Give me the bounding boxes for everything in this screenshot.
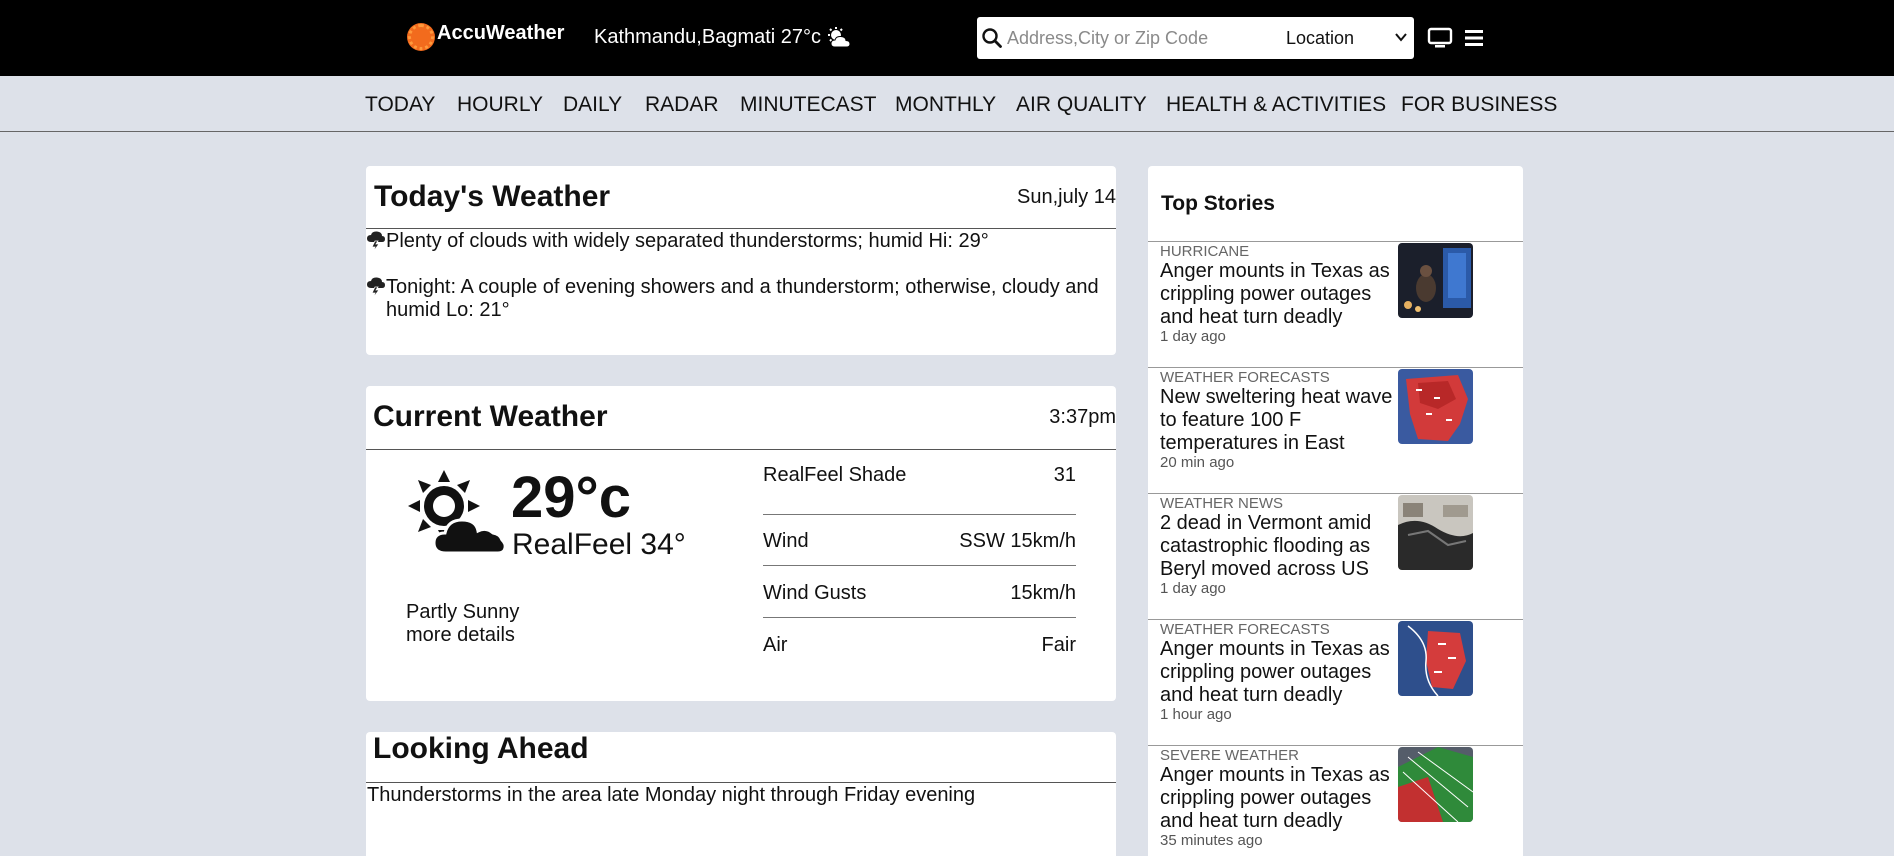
stat-label: Wind [763, 530, 809, 552]
stat-label: Wind Gusts [763, 582, 867, 604]
realfeel-temperature: RealFeel 34° [512, 528, 686, 561]
divider [763, 565, 1076, 566]
night-forecast-text: Tonight: A couple of evening showers and… [386, 276, 1099, 321]
sun-logo-icon [408, 24, 434, 50]
location-select[interactable]: Location [1286, 17, 1414, 59]
day-forecast: Plenty of clouds with widely separated t… [366, 230, 1106, 253]
nav-daily[interactable]: DAILY [563, 93, 622, 117]
stat-label: RealFeel Shade [763, 464, 907, 486]
story-category: WEATHER FORECASTS [1160, 621, 1330, 638]
partly-sunny-large-icon [408, 470, 507, 555]
nav-health-activities[interactable]: HEALTH & ACTIVITIES [1166, 93, 1386, 117]
story-time: 1 hour ago [1160, 706, 1232, 723]
current-location[interactable]: Kathmandu,Bagmati 27°c [594, 26, 853, 49]
stat-value: SSW 15km/h [959, 530, 1076, 552]
story-item[interactable]: WEATHER NEWS 2 dead in Vermont amid cata… [1148, 493, 1523, 620]
current-time: 3:37pm [1049, 406, 1116, 428]
looking-ahead-card: Looking Ahead Thunderstorms in the area … [366, 732, 1116, 856]
top-stories-title: Top Stories [1161, 192, 1275, 215]
thunderstorm-icon [367, 231, 385, 252]
story-category: WEATHER NEWS [1160, 495, 1284, 512]
todays-weather-title: Today's Weather [374, 180, 611, 213]
story-time: 1 day ago [1160, 580, 1226, 597]
story-title: Anger mounts in Texas as crippling power… [1160, 260, 1390, 328]
top-stories-panel: Top Stories HURRICANE Anger mounts in Te… [1148, 166, 1523, 856]
thunderstorm-icon [367, 277, 385, 298]
todays-weather-card: Today's Weather Sun,july 14 Plenty of cl… [366, 166, 1116, 355]
story-time: 35 minutes ago [1160, 832, 1263, 849]
story-title: New sweltering heat wave to feature 100 … [1160, 386, 1393, 454]
nav-air-quality[interactable]: AIR QUALITY [1016, 93, 1147, 117]
chevron-down-icon [1395, 33, 1407, 42]
stat-label: Air [763, 634, 788, 656]
nav-radar[interactable]: RADAR [645, 93, 719, 117]
story-thumbnail [1398, 747, 1473, 822]
divider [763, 514, 1076, 515]
partly-sunny-icon [828, 26, 851, 47]
search-input[interactable] [1007, 25, 1257, 51]
story-title: 2 dead in Vermont amid catastrophic floo… [1160, 512, 1372, 580]
location-select-value: Location [1286, 27, 1355, 48]
today-date: Sun,july 14 [1017, 186, 1116, 208]
story-item[interactable]: SEVERE WEATHER Anger mounts in Texas as … [1148, 745, 1523, 856]
top-header: AccuWeather Kathmandu,Bagmati 27°c [0, 0, 1894, 76]
divider [763, 617, 1076, 618]
nav-monthly[interactable]: MONTHLY [895, 93, 996, 117]
divider [366, 449, 1116, 450]
looking-ahead-text: Thunderstorms in the area late Monday ni… [367, 784, 976, 806]
current-temperature: 29°c [511, 465, 631, 530]
story-time: 20 min ago [1160, 454, 1235, 471]
stat-wind: Wind SSW 15km/h [763, 530, 1076, 553]
main-nav: TODAY HOURLY DAILY RADAR MINUTECAST MONT… [0, 76, 1894, 132]
story-category: WEATHER FORECASTS [1160, 369, 1330, 386]
story-category: HURRICANE [1160, 243, 1250, 260]
stat-wind-gusts: Wind Gusts 15km/h [763, 582, 1076, 605]
story-item[interactable]: WEATHER FORECASTS Anger mounts in Texas … [1148, 619, 1523, 746]
nav-for-business[interactable]: FOR BUSINESS [1401, 93, 1557, 117]
story-item[interactable]: HURRICANE Anger mounts in Texas as cripp… [1148, 241, 1523, 368]
stat-value: Fair [1041, 634, 1076, 656]
story-thumbnail [1398, 621, 1473, 696]
search-icon[interactable] [980, 26, 1004, 50]
brand-name: AccuWeather [437, 21, 565, 44]
current-weather-card: Current Weather 3:37pm 29°c RealFeel 34°… [366, 386, 1116, 701]
story-category: SEVERE WEATHER [1160, 747, 1299, 764]
stat-value: 15km/h [1010, 582, 1076, 604]
divider [366, 228, 1116, 229]
story-time: 1 day ago [1160, 328, 1226, 345]
day-forecast-text: Plenty of clouds with widely separated t… [386, 230, 989, 252]
story-item[interactable]: WEATHER FORECASTS New sweltering heat wa… [1148, 367, 1523, 494]
story-thumbnail [1398, 369, 1473, 444]
accuweather-logo[interactable]: AccuWeather [408, 21, 565, 50]
monitor-icon[interactable] [1427, 26, 1453, 50]
nav-minutecast[interactable]: MINUTECAST [740, 93, 877, 117]
stat-value: 31 [1053, 464, 1076, 486]
nav-today[interactable]: TODAY [365, 93, 435, 117]
night-forecast: Tonight: A couple of evening showers and… [366, 276, 1106, 322]
hamburger-menu-icon[interactable] [1464, 28, 1484, 48]
story-thumbnail [1398, 243, 1473, 318]
story-title: Anger mounts in Texas as crippling power… [1160, 638, 1390, 706]
current-weather-title: Current Weather [373, 400, 608, 433]
location-label: Kathmandu,Bagmati 27°c [594, 26, 822, 48]
story-title: Anger mounts in Texas as crippling power… [1160, 764, 1390, 832]
looking-ahead-title: Looking Ahead [373, 732, 589, 765]
stat-air: Air Fair [763, 634, 1076, 657]
condition-text: Partly Sunny [406, 601, 520, 623]
story-thumbnail [1398, 495, 1473, 570]
stat-realfeel-shade: RealFeel Shade 31 [763, 464, 1076, 487]
nav-hourly[interactable]: HOURLY [457, 93, 543, 117]
more-details-link[interactable]: more details [406, 624, 515, 647]
divider [366, 782, 1116, 783]
